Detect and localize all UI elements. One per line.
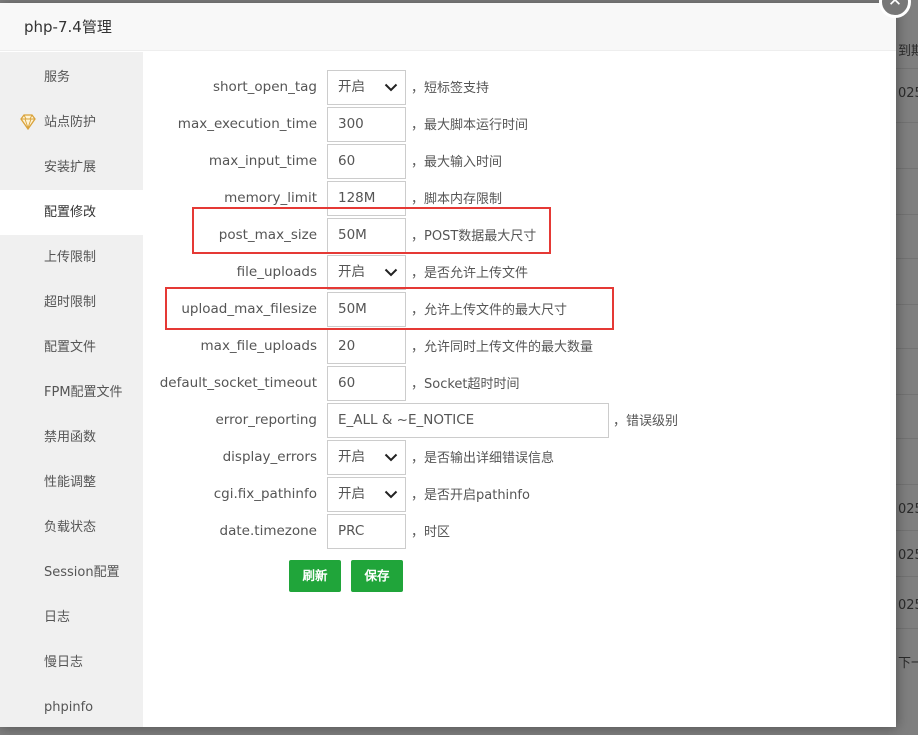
- sidebar-item-label: 慢日志: [44, 655, 84, 670]
- config-label: upload_max_filesize: [181, 301, 317, 317]
- config-description: ，是否开启pathinfo: [411, 488, 530, 503]
- shield-diamond-icon: [20, 114, 36, 130]
- config-row-short-open-tag: short_open_tag 开启 ，短标签支持: [143, 70, 896, 105]
- sidebar-item-label: 超时限制: [44, 295, 97, 310]
- config-label: default_socket_timeout: [159, 375, 317, 391]
- sidebar-item-config-file[interactable]: 配置文件: [0, 325, 143, 370]
- sidebar-item-session-config[interactable]: Session配置: [0, 550, 143, 595]
- sidebar-item-label: 配置文件: [44, 340, 97, 355]
- config-label: display_errors: [222, 449, 317, 465]
- config-label: error_reporting: [215, 412, 317, 428]
- sidebar-item-label: 日志: [44, 610, 71, 625]
- config-label: max_input_time: [208, 153, 317, 169]
- config-description: ，错误级别: [613, 414, 679, 429]
- config-row-error-reporting: error_reporting E_ALL & ~E_NOTICE ，错误级别: [143, 403, 896, 438]
- sidebar-item-label: FPM配置文件: [44, 385, 123, 400]
- default-socket-timeout-input[interactable]: 60: [327, 366, 406, 401]
- sidebar-item-fpm-config[interactable]: FPM配置文件: [0, 370, 143, 415]
- sidebar: 服务 站点防护 安装扩展 配置修改 上传限制 超时限制 配置文件 FPM配置文件…: [0, 52, 143, 727]
- sidebar-item-disabled-functions[interactable]: 禁用函数: [0, 415, 143, 460]
- error-reporting-input[interactable]: E_ALL & ~E_NOTICE: [327, 403, 609, 438]
- sidebar-item-upload-limit[interactable]: 上传限制: [0, 235, 143, 280]
- refresh-button[interactable]: 刷新: [289, 560, 341, 592]
- config-row-upload-max-filesize: upload_max_filesize 50M ，允许上传文件的最大尺寸: [143, 292, 896, 327]
- sidebar-item-label: 服务: [44, 70, 71, 85]
- cgi-fix-pathinfo-select[interactable]: 开启: [327, 477, 406, 512]
- config-label: max_execution_time: [177, 116, 317, 132]
- short-open-tag-select[interactable]: 开启: [327, 70, 406, 105]
- sidebar-item-log[interactable]: 日志: [0, 595, 143, 640]
- config-row-max-execution-time: max_execution_time 300 ，最大脚本运行时间: [143, 107, 896, 142]
- sidebar-item-label: 负载状态: [44, 520, 97, 535]
- sidebar-item-performance[interactable]: 性能调整: [0, 460, 143, 505]
- config-description: ，脚本内存限制: [411, 192, 503, 207]
- sidebar-item-service[interactable]: 服务: [0, 55, 143, 100]
- config-row-file-uploads: file_uploads 开启 ，是否允许上传文件: [143, 255, 896, 290]
- display-errors-select[interactable]: 开启: [327, 440, 406, 475]
- config-row-memory-limit: memory_limit 128M ，脚本内存限制: [143, 181, 896, 216]
- sidebar-item-timeout-limit[interactable]: 超时限制: [0, 280, 143, 325]
- select-value: 开启: [338, 79, 365, 95]
- config-label: memory_limit: [224, 190, 317, 206]
- config-description: ，POST数据最大尺寸: [411, 229, 537, 244]
- config-label: date.timezone: [219, 523, 317, 539]
- sidebar-item-label: 性能调整: [44, 475, 97, 490]
- config-description: ，时区: [411, 525, 451, 540]
- config-label: cgi.fix_pathinfo: [213, 486, 317, 502]
- modal-title: php-7.4管理: [24, 18, 112, 36]
- chevron-down-icon: [384, 490, 398, 499]
- php-manager-modal: php-7.4管理 服务 站点防护 安装扩展 配置修改 上传限制 超时限制 配置…: [0, 3, 896, 727]
- post-max-size-input[interactable]: 50M: [327, 218, 406, 253]
- sidebar-item-install-extension[interactable]: 安装扩展: [0, 145, 143, 190]
- max-execution-time-input[interactable]: 300: [327, 107, 406, 142]
- config-description: ，允许同时上传文件的最大数量: [411, 340, 594, 355]
- sidebar-item-label: 安装扩展: [44, 160, 97, 175]
- sidebar-item-label: 上传限制: [44, 250, 97, 265]
- config-description: ，最大输入时间: [411, 155, 503, 170]
- sidebar-item-phpinfo[interactable]: phpinfo: [0, 685, 143, 730]
- config-description: ，是否输出详细错误信息: [411, 451, 555, 466]
- sidebar-item-label: 禁用函数: [44, 430, 97, 445]
- config-form: short_open_tag 开启 ，短标签支持 max_execution_t…: [143, 52, 896, 727]
- config-row-max-file-uploads: max_file_uploads 20 ，允许同时上传文件的最大数量: [143, 329, 896, 364]
- sidebar-item-label: phpinfo: [44, 700, 94, 715]
- select-value: 开启: [338, 486, 365, 502]
- chevron-down-icon: [384, 83, 398, 92]
- config-row-date-timezone: date.timezone PRC ，时区: [143, 514, 896, 549]
- sidebar-item-slow-log[interactable]: 慢日志: [0, 640, 143, 685]
- memory-limit-input[interactable]: 128M: [327, 181, 406, 216]
- save-button[interactable]: 保存: [351, 560, 403, 592]
- chevron-down-icon: [384, 453, 398, 462]
- config-description: ，是否允许上传文件: [411, 266, 529, 281]
- config-row-post-max-size: post_max_size 50M ，POST数据最大尺寸: [143, 218, 896, 253]
- select-value: 开启: [338, 449, 365, 465]
- config-description: ，短标签支持: [411, 81, 490, 96]
- config-description: ，Socket超时时间: [411, 377, 520, 392]
- date-timezone-input[interactable]: PRC: [327, 514, 406, 549]
- file-uploads-select[interactable]: 开启: [327, 255, 406, 290]
- config-row-max-input-time: max_input_time 60 ，最大输入时间: [143, 144, 896, 179]
- config-label: max_file_uploads: [200, 338, 317, 354]
- sidebar-item-config-edit[interactable]: 配置修改: [0, 190, 143, 235]
- max-file-uploads-input[interactable]: 20: [327, 329, 406, 364]
- sidebar-item-label: 配置修改: [44, 205, 97, 220]
- config-label: file_uploads: [236, 264, 317, 280]
- upload-max-filesize-input[interactable]: 50M: [327, 292, 406, 327]
- sidebar-item-site-protection[interactable]: 站点防护: [0, 100, 143, 145]
- config-label: post_max_size: [218, 227, 317, 243]
- max-input-time-input[interactable]: 60: [327, 144, 406, 179]
- sidebar-item-load-status[interactable]: 负载状态: [0, 505, 143, 550]
- sidebar-item-label: 站点防护: [44, 115, 97, 130]
- modal-title-bar: php-7.4管理: [0, 3, 896, 51]
- config-description: ，允许上传文件的最大尺寸: [411, 303, 568, 318]
- config-row-default-socket-timeout: default_socket_timeout 60 ，Socket超时时间: [143, 366, 896, 401]
- config-row-cgi-fix-pathinfo: cgi.fix_pathinfo 开启 ，是否开启pathinfo: [143, 477, 896, 512]
- config-row-display-errors: display_errors 开启 ，是否输出详细错误信息: [143, 440, 896, 475]
- config-description: ，最大脚本运行时间: [411, 118, 529, 133]
- select-value: 开启: [338, 264, 365, 280]
- config-label: short_open_tag: [212, 79, 317, 95]
- chevron-down-icon: [384, 268, 398, 277]
- sidebar-item-label: Session配置: [44, 565, 120, 580]
